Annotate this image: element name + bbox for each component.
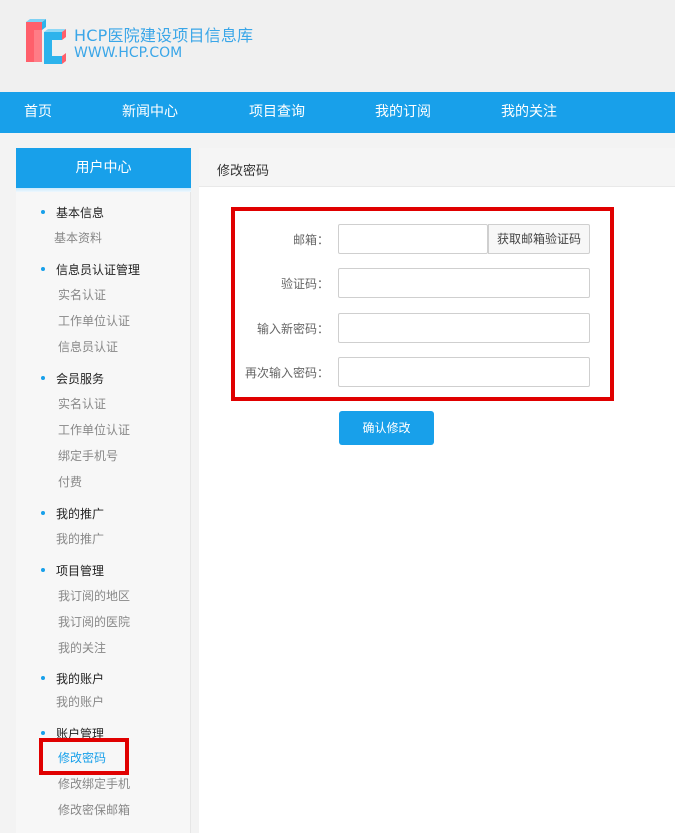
- sidebar-item-subscribed-hospitals[interactable]: 我订阅的医院: [58, 613, 130, 630]
- main-header: 修改密码: [199, 148, 675, 187]
- site-header: HCP医院建设项目信息库 WWW.HCP.COM: [0, 0, 675, 92]
- section-title-basic-info: 基本信息: [56, 206, 105, 220]
- new-password-label: 输入新密码：: [256, 322, 329, 336]
- email-label: 邮箱：: [292, 233, 329, 247]
- section-title-member-services: 会员服务: [56, 372, 105, 386]
- hcp-logo-icon[interactable]: [22, 16, 66, 68]
- main-nav: 首页 新闻中心 项目查询 我的订阅 我的关注: [0, 92, 675, 133]
- main-panel: 修改密码 邮箱： 获取邮箱验证码 验证码： 输入新密码： 再次输入密码： 确认修…: [199, 148, 675, 833]
- sidebar: 用户中心 基本信息 基本资料 信息员认证管理 实名认证 工作单位认证 信息员认证…: [16, 148, 191, 833]
- confirm-change-button[interactable]: 确认修改: [339, 411, 434, 445]
- nav-my-follows[interactable]: 我的关注: [501, 92, 557, 133]
- bullet-icon: [41, 376, 45, 380]
- code-label: 验证码：: [280, 277, 329, 291]
- nav-my-subscriptions[interactable]: 我的订阅: [375, 92, 431, 133]
- sidebar-item-my-promotion[interactable]: 我的推广: [56, 530, 104, 547]
- section-title-my-account: 我的账户: [56, 672, 105, 686]
- nav-home[interactable]: 首页: [24, 92, 52, 133]
- sidebar-header-shadow: [16, 188, 191, 192]
- sidebar-item-real-name-cert[interactable]: 实名认证: [58, 286, 106, 303]
- nav-project-search[interactable]: 项目查询: [249, 92, 305, 133]
- sidebar-item-change-password[interactable]: 修改密码: [58, 749, 106, 766]
- new-password-input[interactable]: [338, 313, 590, 343]
- sidebar-item-change-security-email[interactable]: 修改密保邮箱: [58, 801, 130, 818]
- bullet-icon: [41, 210, 45, 214]
- sidebar-item-informant-cert[interactable]: 信息员认证: [58, 338, 118, 355]
- brand-title[interactable]: HCP医院建设项目信息库: [74, 22, 253, 46]
- page-title: 修改密码: [217, 164, 270, 179]
- email-input[interactable]: [338, 224, 488, 254]
- bullet-icon: [41, 568, 45, 572]
- bullet-icon: [41, 267, 45, 271]
- confirm-password-label: 再次输入密码：: [244, 366, 329, 380]
- sidebar-item-bind-phone[interactable]: 绑定手机号: [58, 447, 118, 464]
- bullet-icon: [41, 676, 45, 680]
- sidebar-item-subscribed-regions[interactable]: 我订阅的地区: [58, 587, 130, 604]
- section-title-account-management: 账户管理: [56, 727, 105, 741]
- bullet-icon: [41, 731, 45, 735]
- bullet-icon: [41, 511, 45, 515]
- section-title-project-management: 项目管理: [56, 564, 105, 578]
- sidebar-item-work-unit-cert[interactable]: 工作单位认证: [58, 312, 130, 329]
- section-title-informant-cert: 信息员认证管理: [56, 263, 141, 277]
- sidebar-item-basic-profile[interactable]: 基本资料: [54, 229, 102, 246]
- sidebar-item-my-account[interactable]: 我的账户: [56, 693, 104, 710]
- nav-news[interactable]: 新闻中心: [122, 92, 178, 133]
- brand-url[interactable]: WWW.HCP.COM: [74, 45, 182, 61]
- verification-code-input[interactable]: [338, 268, 590, 298]
- section-title-my-promotion: 我的推广: [56, 507, 105, 521]
- confirm-password-input[interactable]: [338, 357, 590, 387]
- get-email-code-button[interactable]: 获取邮箱验证码: [488, 224, 590, 254]
- sidebar-item-change-bound-phone[interactable]: 修改绑定手机: [58, 775, 130, 792]
- sidebar-item-my-follows[interactable]: 我的关注: [58, 639, 106, 656]
- sidebar-header: 用户中心: [16, 148, 191, 188]
- sidebar-item-member-real-name[interactable]: 实名认证: [58, 395, 106, 412]
- sidebar-item-member-work-unit[interactable]: 工作单位认证: [58, 421, 130, 438]
- sidebar-item-payment[interactable]: 付费: [58, 473, 82, 490]
